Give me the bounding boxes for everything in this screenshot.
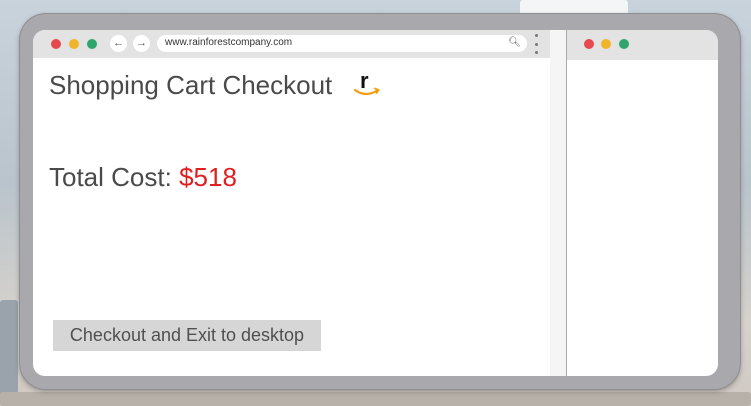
logo-letter: r — [360, 68, 369, 93]
maximize-window-button[interactable] — [619, 39, 629, 49]
address-bar[interactable]: www.rainforestcompany.com 🔍︎ — [157, 35, 527, 52]
secondary-window — [567, 30, 718, 376]
rainforest-logo: r — [353, 68, 380, 96]
total-cost-label: Total Cost: — [49, 162, 180, 192]
main-browser-window: ← → www.rainforestcompany.com 🔍︎ Shoppin… — [33, 30, 550, 376]
background-floor — [0, 392, 751, 406]
arrow-left-icon: ← — [113, 37, 124, 49]
total-cost-value: $518 — [179, 162, 237, 192]
browser-toolbar: ← → www.rainforestcompany.com 🔍︎ — [33, 30, 550, 58]
close-window-button[interactable] — [584, 39, 594, 49]
forward-button[interactable]: → — [133, 35, 150, 52]
maximize-window-button[interactable] — [87, 39, 97, 49]
page-title: Shopping Cart Checkout — [49, 70, 333, 100]
arrow-right-icon: → — [136, 37, 147, 49]
back-button[interactable]: ← — [110, 35, 127, 52]
minimize-window-button[interactable] — [69, 39, 79, 49]
checkout-exit-button[interactable]: Checkout and Exit to desktop — [53, 320, 321, 351]
background-panel — [0, 300, 18, 406]
close-window-button[interactable] — [51, 39, 61, 49]
window-gap — [550, 30, 566, 376]
total-cost: Total Cost: $518 — [49, 162, 237, 193]
minimize-window-button[interactable] — [601, 39, 611, 49]
secondary-toolbar — [567, 30, 718, 60]
search-icon[interactable]: 🔍︎ — [508, 37, 521, 48]
url-text: www.rainforestcompany.com — [165, 37, 293, 48]
vertical-dots-icon[interactable] — [533, 34, 539, 54]
